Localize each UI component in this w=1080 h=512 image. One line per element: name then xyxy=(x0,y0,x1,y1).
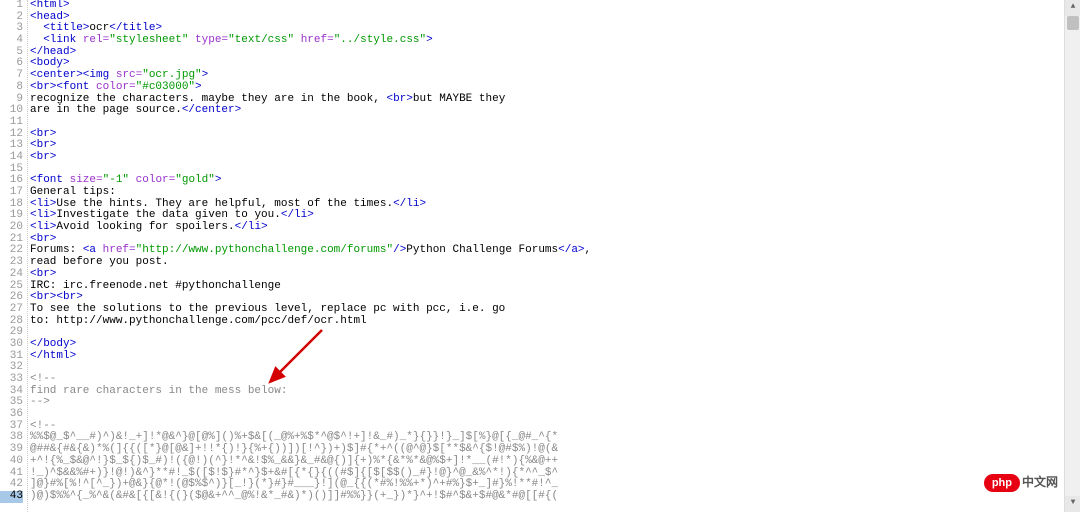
code-line[interactable]: read before you post. xyxy=(30,257,1080,269)
code-line[interactable]: --> xyxy=(30,397,1080,409)
code-line[interactable]: </head> xyxy=(30,47,1080,59)
code-line[interactable] xyxy=(30,117,1080,129)
line-number: 33 xyxy=(0,374,23,386)
scrollbar-thumb[interactable] xyxy=(1067,16,1079,30)
code-line[interactable]: <br> xyxy=(30,152,1080,164)
line-number: 27 xyxy=(0,304,23,316)
code-area[interactable]: <html><head> <title>ocr</title> <link re… xyxy=(28,0,1080,512)
line-number: 14 xyxy=(0,152,23,164)
line-number: 30 xyxy=(0,339,23,351)
code-line[interactable]: to: http://www.pythonchallenge.com/pcc/d… xyxy=(30,316,1080,328)
code-line[interactable]: </body> xyxy=(30,339,1080,351)
code-line[interactable]: )@)$%%^{_%^&(&#&[{[&!{(}($@&+^^_@%!&*_#&… xyxy=(30,491,1080,503)
vertical-scrollbar[interactable]: ▲ ▼ xyxy=(1064,0,1080,512)
line-number: 17 xyxy=(0,187,23,199)
editor-container: 1234567891011121314151617181920212223242… xyxy=(0,0,1080,512)
code-line[interactable]: find rare characters in the mess below: xyxy=(30,386,1080,398)
line-number-gutter: 1234567891011121314151617181920212223242… xyxy=(0,0,28,512)
scroll-down-button[interactable]: ▼ xyxy=(1065,496,1080,512)
line-number: 24 xyxy=(0,269,23,281)
line-number: 8 xyxy=(0,82,23,94)
line-number: 1 xyxy=(0,0,23,12)
line-number: 4 xyxy=(0,35,23,47)
code-line[interactable]: <br> xyxy=(30,140,1080,152)
code-line[interactable]: Forums: <a href="http://www.pythonchalle… xyxy=(30,245,1080,257)
line-number: 40 xyxy=(0,456,23,468)
line-number: 11 xyxy=(0,117,23,129)
code-line[interactable]: <html> xyxy=(30,0,1080,12)
code-line[interactable]: <font size="-1" color="gold"> xyxy=(30,175,1080,187)
code-line[interactable]: <br> xyxy=(30,129,1080,141)
code-line[interactable]: are in the page source.</center> xyxy=(30,105,1080,117)
scroll-up-button[interactable]: ▲ xyxy=(1065,0,1080,16)
code-line[interactable]: <head> xyxy=(30,12,1080,24)
code-line[interactable] xyxy=(30,409,1080,421)
code-line[interactable]: </html> xyxy=(30,351,1080,363)
code-line[interactable] xyxy=(30,362,1080,374)
code-line[interactable]: <link rel="stylesheet" type="text/css" h… xyxy=(30,35,1080,47)
line-number: 20 xyxy=(0,222,23,234)
line-number: 36 xyxy=(0,409,23,421)
code-line[interactable]: IRC: irc.freenode.net #pythonchallenge xyxy=(30,281,1080,293)
line-number: 43 xyxy=(0,491,23,503)
code-line[interactable]: <li>Avoid looking for spoilers.</li> xyxy=(30,222,1080,234)
code-line[interactable] xyxy=(30,327,1080,339)
